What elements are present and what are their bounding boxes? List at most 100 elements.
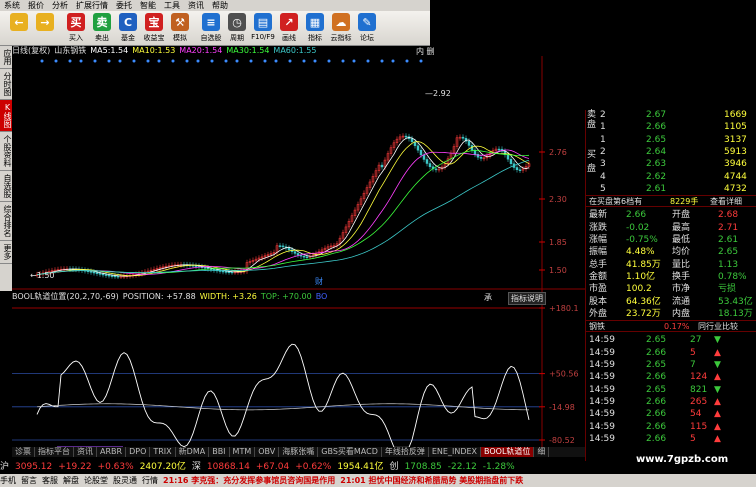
indicator-width: WIDTH: +3.26 xyxy=(199,292,257,301)
ticker-link-2[interactable]: 客服 xyxy=(42,474,58,487)
toolbar-button-10[interactable]: ↗ 画线 xyxy=(276,11,302,46)
candle-body xyxy=(203,267,207,269)
chart-canvas[interactable]: 2.76 2.30 1.85 1.50 —2.92 ←1.50 财 +180.1 +50.56 -… xyxy=(12,56,585,457)
signal-dot xyxy=(93,59,97,63)
stat-value: 0.78% xyxy=(718,271,747,282)
toolbar-button-3[interactable]: 卖卖出 xyxy=(89,11,115,46)
tick-price: 2.65 xyxy=(646,360,667,370)
indicator-tab-10[interactable]: 海豚张嘴 xyxy=(279,447,319,457)
indicator-tab-13[interactable]: ENE_INDEX xyxy=(429,447,482,457)
menu-item-0[interactable]: 系统 xyxy=(0,0,24,11)
stat-value: 100.2 xyxy=(626,284,652,295)
view-tab-4[interactable]: 自选股 xyxy=(0,171,12,202)
toolbar-label: 论坛 xyxy=(360,34,374,42)
forward-arrow-icon: → xyxy=(36,13,54,31)
toolbar-label: 自选股 xyxy=(200,34,222,42)
stat-label: 量比 xyxy=(672,259,691,270)
indicator-help-button[interactable]: 指标说明 xyxy=(508,292,546,305)
ticker-link-3[interactable]: 解盘 xyxy=(63,474,79,487)
toolbar-button-7[interactable]: ≡ 自选股 xyxy=(198,11,224,46)
candle-body xyxy=(428,163,432,167)
view-tab-6[interactable]: 更多 xyxy=(0,241,12,264)
indicator-tab-4[interactable]: DPO xyxy=(126,447,151,457)
menu-item-6[interactable]: 工具 xyxy=(160,0,184,11)
menu-item-4[interactable]: 委托 xyxy=(112,0,136,11)
candle-body xyxy=(434,168,438,171)
toolbar-button-5[interactable]: 宝收益宝 xyxy=(141,11,167,46)
chart-period[interactable]: 日线(复权) xyxy=(12,46,50,56)
signal-dot xyxy=(118,59,122,63)
indicator-tab-3[interactable]: ARBR xyxy=(97,447,127,457)
ticker-link-4[interactable]: 论股堂 xyxy=(84,474,108,487)
news-headline-2[interactable]: 21:01 担忧中国经济和希腊局势 美股期指盘前下跌 xyxy=(340,474,523,487)
menu-item-2[interactable]: 分析 xyxy=(48,0,72,11)
price-axis-label: 1.85 xyxy=(549,238,567,247)
view-tab-2[interactable]: K线图 xyxy=(0,100,12,132)
quote-row: 股本 64.36亿 流通 53.43亿 xyxy=(586,296,756,308)
kline-chart-panel[interactable]: 日线(复权) 山东钢铁 MA5:1.54 MA10:1.53 MA20:1.54 MA… xyxy=(12,46,585,463)
indicator-tab-0[interactable]: 诊票 xyxy=(12,447,35,457)
quote-row: 在买盘第6档有 8229手 查看详细 xyxy=(586,195,756,208)
tick-direction-icon: ▼ xyxy=(714,384,721,395)
ma-value: 1.54 xyxy=(251,46,270,55)
indicator-bo: BO xyxy=(315,292,328,301)
ticker-link-1[interactable]: 留言 xyxy=(21,474,37,487)
toolbar-button-0[interactable]: ← xyxy=(6,11,32,46)
view-tab-0[interactable]: 应用 xyxy=(0,46,12,69)
menu-item-8[interactable]: 帮助 xyxy=(208,0,232,11)
toolbar-label: 买入 xyxy=(69,34,83,42)
indicator-tab-8[interactable]: MTM xyxy=(230,447,256,457)
menu-item-7[interactable]: 资讯 xyxy=(184,0,208,11)
candle-body xyxy=(92,271,96,274)
menu-item-5[interactable]: 智能 xyxy=(136,0,160,11)
ticker-link-6[interactable]: 行情 xyxy=(142,474,158,487)
toolbar-button-13[interactable]: ✎ 论坛 xyxy=(354,11,380,46)
indicator-tab-11[interactable]: GBS买看MACD xyxy=(318,447,382,457)
position-line xyxy=(36,343,530,448)
ticker-link-5[interactable]: 股灵通 xyxy=(113,474,137,487)
forum-icon: ✎ xyxy=(358,13,376,31)
indicator-tab-2[interactable]: 资讯 xyxy=(74,447,97,457)
view-tab-1[interactable]: 分时图 xyxy=(0,69,12,100)
ask-volume: 1669 xyxy=(724,110,747,120)
toolbar-button-11[interactable]: ▦ 指标 xyxy=(302,11,328,46)
indicator-tab-9[interactable]: OBV xyxy=(255,447,280,457)
indicator-tab-5[interactable]: TRIX xyxy=(150,447,176,457)
quote-row: 1 2.65 3137 xyxy=(586,134,756,146)
toolbar-button-8[interactable]: ◷ 周期 xyxy=(224,11,250,46)
ticker-link-0[interactable]: 手机 xyxy=(0,474,16,487)
ma-name: MA20: xyxy=(179,46,205,55)
stat-value: 2.71 xyxy=(718,222,739,233)
index-value: 1954.41亿 xyxy=(337,462,384,472)
toolbar-button-6[interactable]: ⚒ 模拟 xyxy=(167,11,193,46)
indicator-tab-1[interactable]: 指标平台 xyxy=(35,447,74,457)
signal-dot xyxy=(79,59,83,63)
candle-body xyxy=(467,140,471,146)
toolbar-button-12[interactable]: ☁ 云指标 xyxy=(328,11,354,46)
indicator-tab-7[interactable]: BBI xyxy=(209,447,230,457)
toolbar-button-4[interactable]: C 基金 xyxy=(115,11,141,46)
stat-label: 流通 xyxy=(672,296,691,307)
menu-item-1[interactable]: 报价 xyxy=(24,0,48,11)
toolbar-button-9[interactable]: ▤ F10/F9 xyxy=(250,11,276,46)
menu-item-3[interactable]: 扩展行情 xyxy=(72,0,112,11)
indicator-tab-6[interactable]: 新DMA xyxy=(176,447,210,457)
index-value: +0.63% xyxy=(97,462,134,472)
indicator-settings-button[interactable]: 承 xyxy=(484,292,492,303)
toolbar-button-2[interactable]: 买买入 xyxy=(63,11,89,46)
ask-level: 2 xyxy=(600,110,606,120)
indicator-tab-15[interactable]: 细 xyxy=(534,447,550,457)
view-tab-3[interactable]: 个股资料 xyxy=(0,132,12,171)
toolbar-button-1[interactable]: → xyxy=(32,11,58,46)
indicator-tab-12[interactable]: 年线拾反弹 xyxy=(382,447,429,457)
indicator-tab-14[interactable]: BOOL轨道位 xyxy=(481,447,535,457)
candle-body xyxy=(230,271,234,274)
news-headline-1[interactable]: 21:16 李克强：充分发挥参事馆员咨询国是作用 xyxy=(163,474,335,487)
ask-volume: 1105 xyxy=(724,122,747,133)
stat-label: 市盈 xyxy=(589,284,608,295)
view-tab-5[interactable]: 综合排名 xyxy=(0,202,12,241)
bid-volume: 3946 xyxy=(724,159,747,170)
tick-direction-icon: ▼ xyxy=(714,335,721,346)
tick-direction-icon: ▲ xyxy=(714,372,721,383)
stat-value: -0.75% xyxy=(626,235,658,245)
